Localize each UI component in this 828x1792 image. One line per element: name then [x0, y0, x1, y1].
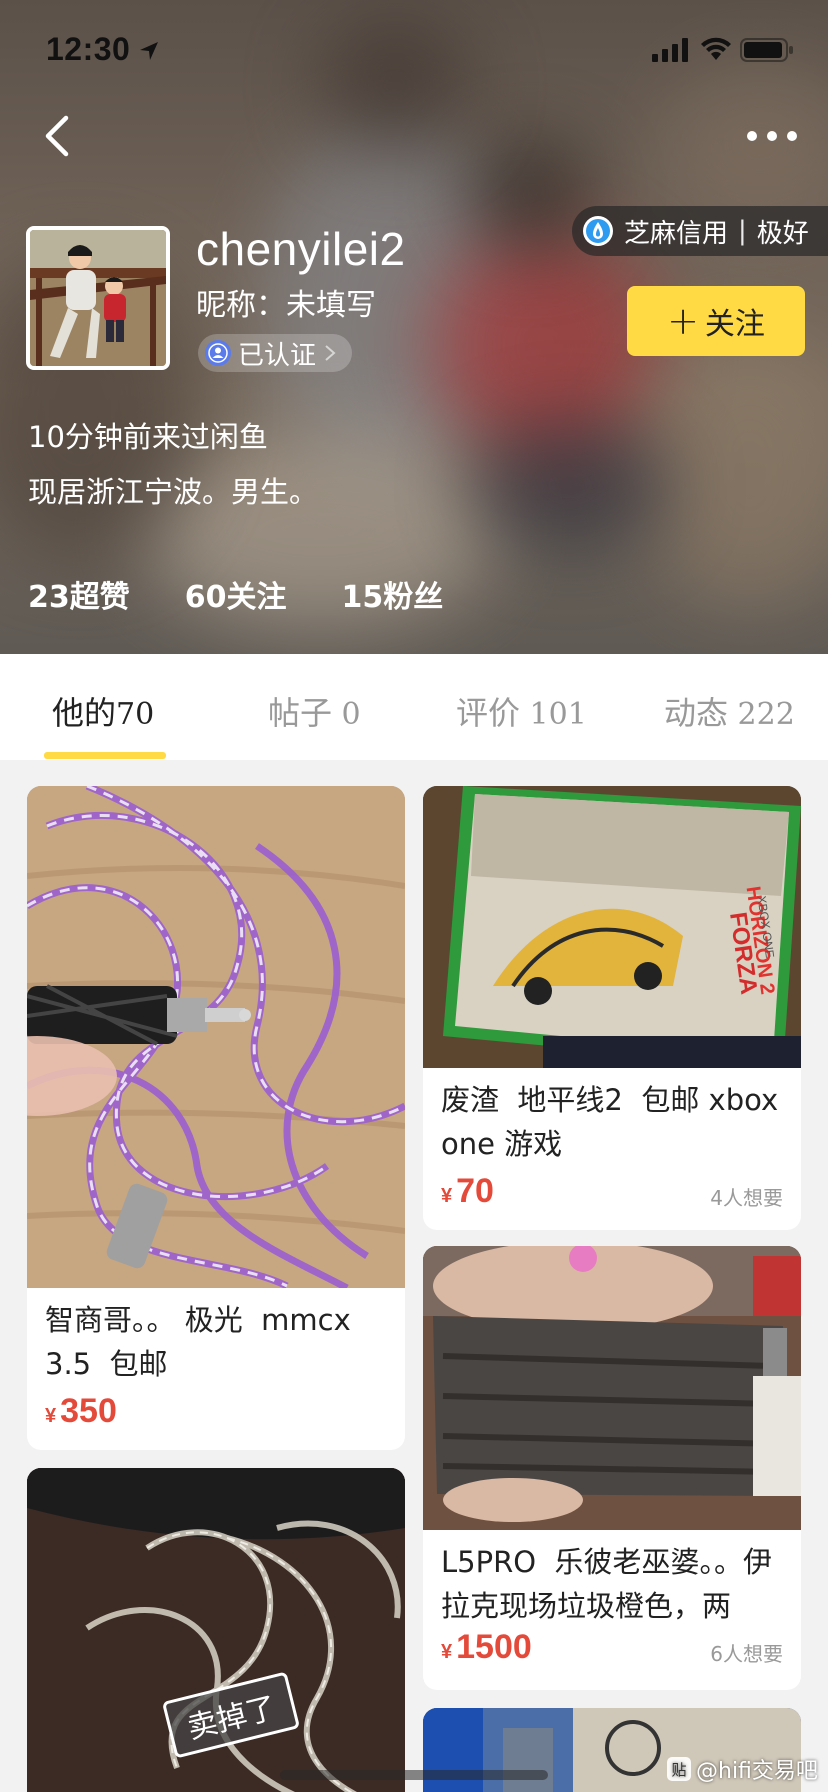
nickname: 昵称：未填写	[196, 288, 376, 323]
item-photo	[423, 1246, 801, 1530]
item-title: 废渣 地平线2 包邮 xbox one 游戏	[441, 1083, 788, 1161]
svg-text:贴: 贴	[671, 1761, 686, 1779]
background-blur-shape	[640, 330, 828, 610]
tab-reviews[interactable]: 评价 101	[456, 688, 587, 734]
tieba-logo-icon: 贴	[667, 1757, 691, 1781]
active-tab-indicator	[44, 752, 166, 759]
credit-label: 芝麻信用	[624, 218, 729, 249]
tab-label: 评价	[456, 694, 521, 732]
follow-label: 关注	[704, 307, 765, 342]
more-options-icon[interactable]	[746, 128, 798, 144]
currency-symbol: ¥	[441, 1185, 453, 1207]
tab-count: 0	[332, 697, 361, 732]
item-photo	[27, 786, 405, 1288]
verified-badge[interactable]: 已认证	[198, 334, 353, 372]
wifi-icon	[701, 37, 731, 60]
likes-count[interactable]: 23超赞	[28, 572, 130, 616]
sesame-credit-badge[interactable]: 芝麻信用 | 极好	[572, 206, 828, 256]
tab-label: 动态	[664, 694, 729, 732]
credit-separator: |	[738, 216, 747, 246]
item-card[interactable]: 卖掉了	[27, 1468, 405, 1792]
item-title: L5PRO 乐彼老巫婆。。伊拉克现场垃圾橙色，两	[441, 1545, 773, 1623]
tab-label: 他的	[52, 694, 117, 732]
verified-user-icon	[205, 340, 231, 366]
item-price: ¥350	[45, 1392, 117, 1431]
price-value: 70	[456, 1172, 494, 1210]
wants-count: 6人想要	[710, 1642, 783, 1666]
following-count[interactable]: 60关注	[185, 572, 287, 616]
avatar-photo	[30, 230, 166, 366]
currency-symbol: ¥	[441, 1641, 453, 1663]
last-seen-text: 10分钟前来过闲鱼	[28, 420, 268, 454]
credit-rating: 极好	[756, 218, 809, 249]
currency-symbol: ¥	[45, 1405, 57, 1427]
battery-icon	[740, 38, 793, 62]
status-bar: 12:30	[0, 0, 828, 100]
watermark-text: @hifi交易吧	[696, 1759, 818, 1784]
tab-label: 帖子	[268, 694, 333, 732]
item-price: ¥1500	[441, 1628, 532, 1667]
status-time: 12:30	[46, 31, 131, 67]
back-arrow-icon[interactable]	[40, 112, 76, 160]
item-card[interactable]: FORZA HORIZON 2 XBOX ONE 废渣 地平线2 包邮 xbox…	[423, 786, 801, 1230]
bio-text: 现居浙江宁波。男生。	[28, 475, 319, 509]
tab-count: 101	[520, 697, 587, 732]
profile-stats: 23超赞 60关注 15粉丝	[28, 572, 443, 616]
follow-button[interactable]: + 关注	[627, 286, 805, 356]
location-arrow-icon	[140, 42, 158, 60]
verified-label: 已认证	[238, 340, 317, 371]
watermark: 贴 @hifi交易吧	[666, 1752, 818, 1786]
profile-header: 12:30 chenyilei2 昵称：未填写 已认证 芝麻信用 | 极好 + …	[0, 0, 828, 654]
item-price: ¥70	[441, 1172, 494, 1211]
tab-count: 70	[116, 697, 155, 732]
profile-tabs: 他的70 帖子 0 评价 101 动态 222	[0, 654, 828, 760]
chevron-right-icon	[325, 345, 336, 361]
cellular-signal-icon	[652, 38, 688, 62]
item-card[interactable]: L5PRO 乐彼老巫婆。。伊拉克现场垃圾橙色，两 ¥1500 6人想要	[423, 1246, 801, 1690]
background-blur-shape	[470, 420, 670, 550]
tab-posts[interactable]: 帖子 0	[268, 688, 361, 734]
home-indicator[interactable]	[280, 1770, 548, 1780]
avatar[interactable]	[26, 226, 170, 370]
sesame-credit-icon	[583, 216, 613, 246]
username: chenyilei2	[196, 223, 406, 275]
tab-his-items[interactable]: 他的70	[52, 688, 154, 734]
followers-count[interactable]: 15粉丝	[342, 572, 444, 616]
item-card[interactable]: 智商哥。。 极光 mmcx 3.5 包邮 ¥350	[27, 786, 405, 1450]
price-value: 350	[60, 1392, 117, 1430]
wants-count: 4人想要	[710, 1186, 783, 1210]
item-photo: FORZA HORIZON 2 XBOX ONE	[423, 786, 801, 1068]
plus-icon: +	[667, 299, 699, 343]
item-title: 智商哥。。 极光 mmcx 3.5 包邮	[45, 1303, 360, 1381]
tab-count: 222	[728, 697, 795, 732]
price-value: 1500	[456, 1628, 532, 1666]
tab-activity[interactable]: 动态 222	[664, 688, 795, 734]
